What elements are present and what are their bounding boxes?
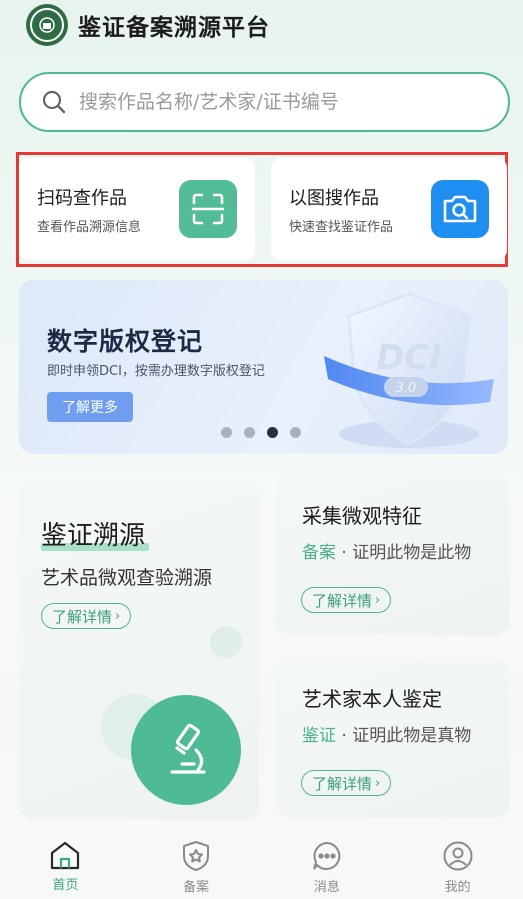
message-icon (312, 841, 341, 870)
scan-artwork-subtitle: 查看作品溯源信息 (37, 220, 142, 235)
badge-version: 3.0 (396, 381, 417, 396)
nav-label-messages: 消息 (313, 880, 340, 895)
scan-icon (179, 180, 237, 238)
authentication-trace-subtitle: 艺术品微观查验溯源 (41, 567, 213, 589)
home-icon (51, 841, 80, 870)
nav-item-profile[interactable]: 我的 (392, 826, 523, 899)
app-logo (26, 4, 68, 46)
authentication-trace-title: 鉴证溯源 (41, 521, 146, 551)
scan-artwork-title: 扫码查作品 (37, 188, 127, 209)
image-search-subtitle: 快速查找鉴证作品 (289, 220, 394, 235)
carousel-dot[interactable] (290, 427, 301, 438)
carousel-dots[interactable] (221, 427, 301, 438)
banner-title: 数字版权登记 (47, 327, 204, 356)
search-icon (42, 90, 66, 114)
nav-label-records: 备案 (183, 880, 210, 895)
emblem-icon (30, 8, 64, 42)
nav-item-records[interactable]: 备案 (131, 826, 262, 899)
artist-appraisal-title: 艺术家本人鉴定 (302, 687, 442, 711)
search-bar[interactable] (19, 72, 510, 132)
collect-features-tag: 备案 (302, 543, 336, 563)
collect-features-title: 采集微观特征 (302, 504, 422, 528)
camera-icon (431, 180, 489, 238)
collect-features-desc: 备案 · 证明此物是此物 (302, 538, 471, 563)
decor-circle (210, 626, 242, 658)
authentication-trace-card[interactable]: 鉴证溯源 艺术品微观查验溯源 了解详情 › (19, 481, 259, 819)
carousel-dot[interactable] (244, 427, 255, 438)
collect-features-card[interactable]: 采集微观特征 备案 · 证明此物是此物 了解详情 › (276, 476, 509, 635)
image-search-title: 以图搜作品 (289, 188, 379, 209)
app-title: 鉴证备案溯源平台 (78, 15, 270, 41)
dci-shield-icon: DCI 3.0 (324, 292, 494, 448)
scan-artwork-card[interactable]: 扫码查作品 查看作品溯源信息 (19, 158, 255, 260)
nav-item-messages[interactable]: 消息 (262, 826, 393, 899)
dci-banner[interactable]: 数字版权登记 即时申领DCI，按需办理数字版权登记 了解更多 DCI 3.0 (19, 280, 508, 454)
collect-features-text: · 证明此物是此物 (336, 543, 472, 563)
details-button[interactable]: 了解详情 › (301, 587, 392, 613)
image-search-card[interactable]: 以图搜作品 快速查找鉴证作品 (271, 158, 507, 260)
chevron-right-icon: › (375, 592, 381, 608)
details-button-label: 了解详情 (312, 591, 373, 610)
nav-item-home[interactable]: 首页 (0, 826, 131, 899)
artist-appraisal-tag: 鉴证 (302, 726, 336, 746)
artist-appraisal-card[interactable]: 艺术家本人鉴定 鉴证 · 证明此物是真物 了解详情 › (276, 659, 509, 818)
banner-subtitle: 即时申领DCI，按需办理数字版权登记 (47, 364, 265, 379)
nav-label-home: 首页 (52, 878, 79, 893)
chevron-right-icon: › (375, 775, 381, 791)
shield-star-icon (183, 841, 210, 871)
learn-more-button[interactable]: 了解更多 (47, 392, 133, 422)
search-input[interactable] (77, 90, 481, 114)
chevron-right-icon: › (115, 608, 121, 624)
artist-appraisal-desc: 鉴证 · 证明此物是真物 (302, 721, 471, 746)
nav-label-profile: 我的 (444, 880, 471, 895)
details-button-label: 了解详情 (52, 607, 113, 626)
details-button-label: 了解详情 (312, 774, 373, 793)
badge-text: DCI (376, 338, 442, 378)
user-icon (443, 841, 473, 871)
carousel-dot[interactable] (221, 427, 232, 438)
details-button[interactable]: 了解详情 › (41, 603, 132, 629)
microscope-icon (131, 695, 241, 805)
artist-appraisal-text: · 证明此物是真物 (336, 726, 472, 746)
details-button[interactable]: 了解详情 › (301, 770, 392, 796)
carousel-dot-active[interactable] (267, 427, 278, 438)
bottom-nav: 首页 备案 消息 我的 (0, 826, 523, 899)
